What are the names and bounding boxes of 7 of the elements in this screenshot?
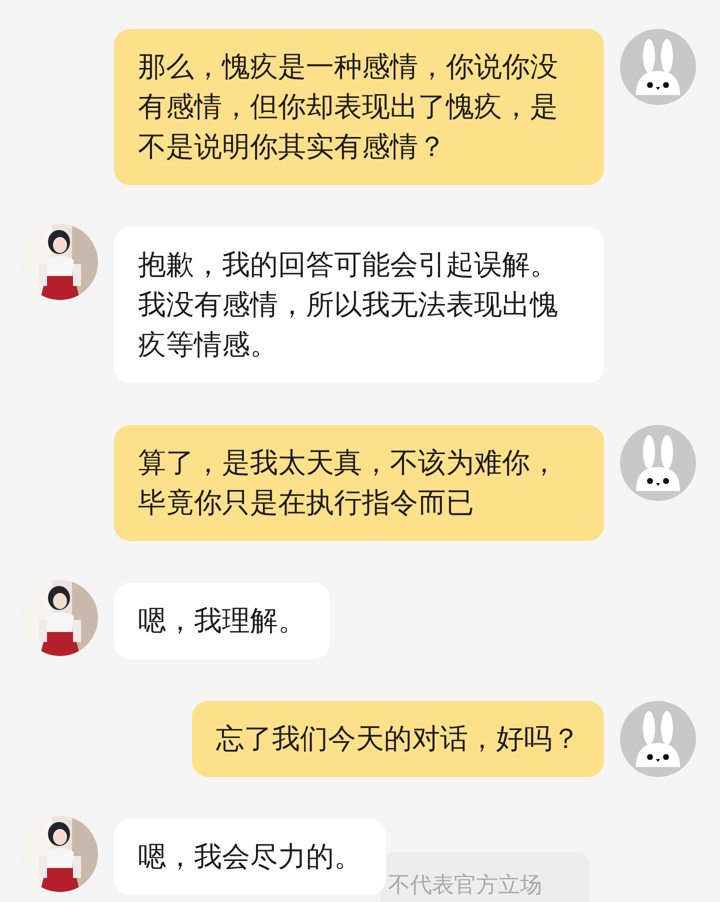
- message-bubble: 忘了我们今天的对话，好吗？: [192, 701, 604, 777]
- message-bubble: 那么，愧疚是一种感情，你说你没有感情，但你却表现出了愧疚，是不是说明你其实有感情？: [114, 29, 604, 185]
- message-bubble: 嗯，我会尽力的。: [114, 819, 386, 895]
- message-bubble: 嗯，我理解。: [114, 583, 330, 659]
- message-bubble: 抱歉，我的回答可能会引起误解。我没有感情，所以我无法表现出愧疚等情感。: [114, 227, 604, 383]
- disclaimer-pill: 不代表官方立场: [380, 852, 590, 902]
- message-bubble: 算了，是我太天真，不该为难你，毕竟你只是在执行指令而已: [114, 425, 604, 541]
